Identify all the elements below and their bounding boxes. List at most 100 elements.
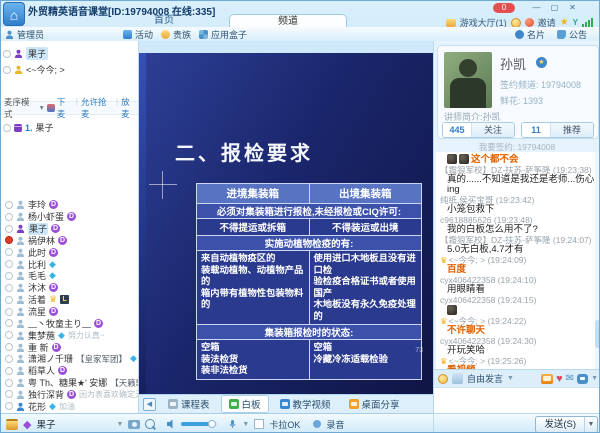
table-header-inbound: 进境集装箱 xyxy=(197,184,310,204)
mic-user-row[interactable]: 果子 xyxy=(3,47,48,60)
board-tab[interactable]: 白板 xyxy=(221,395,269,413)
camera-icon[interactable] xyxy=(128,420,140,429)
member-row[interactable]: 独行深背D因为表喜欢确定无所有 xyxy=(1,389,139,401)
board-tab[interactable]: 课程表 xyxy=(161,395,217,413)
teacher-avatar[interactable] xyxy=(444,52,492,108)
member-name: 重 新 xyxy=(28,341,49,353)
whiteboard[interactable]: 二、报检要求 进境集装箱 出境集装箱 必须对集装箱进行报检,未经报检或CIQ许可… xyxy=(139,53,433,394)
member-row[interactable]: 祸伊林D xyxy=(1,235,139,247)
home-button[interactable]: ⌂ xyxy=(3,2,25,26)
tab-home[interactable]: 首页 xyxy=(101,14,227,27)
member-row[interactable]: 沐沐D xyxy=(1,282,139,294)
microphone-icon[interactable] xyxy=(228,419,237,429)
radio-icon xyxy=(5,296,13,304)
chat-sender[interactable]: cyx406422358 xyxy=(440,296,498,305)
zoom-icon[interactable] xyxy=(145,419,155,429)
mic-action-link[interactable]: 下麦 xyxy=(57,96,73,120)
counter-badge[interactable]: 0 xyxy=(493,3,515,13)
diamond-badge-icon: ◆ xyxy=(49,402,56,411)
mic-action-link[interactable]: 放麦 xyxy=(121,96,137,120)
follow-button[interactable]: 445 关注 xyxy=(442,122,515,138)
message-input[interactable] xyxy=(434,387,600,414)
app-box-button[interactable]: 应用盒子 xyxy=(199,28,247,41)
record-icon[interactable] xyxy=(313,420,321,428)
member-row[interactable]: 此时D xyxy=(1,246,139,258)
speak-mode-label[interactable]: 自由发言 xyxy=(467,372,503,385)
member-row[interactable]: ﹏丶牧童主り﹏D xyxy=(1,317,139,329)
send-options-caret[interactable]: ▼ xyxy=(584,417,597,432)
user-icon xyxy=(16,295,25,304)
flower-heart-icon[interactable]: ♥ xyxy=(556,373,563,385)
follow-label: 关注 xyxy=(471,123,514,137)
tab-channel[interactable]: 频道 xyxy=(229,14,347,27)
member-row[interactable]: 李玲D xyxy=(1,199,139,211)
table-cell: 不得提运或拆箱 xyxy=(197,219,310,236)
chevron-down-icon[interactable]: ▼ xyxy=(591,375,598,382)
minimize-button[interactable]: — xyxy=(529,2,544,13)
maximize-button[interactable]: ▢ xyxy=(547,2,562,13)
chat-scrollbar[interactable] xyxy=(595,152,600,369)
notice-button[interactable]: 公告 xyxy=(557,28,587,41)
video-share-icon[interactable] xyxy=(541,374,553,384)
level-badge-icon: D xyxy=(94,319,103,328)
member-row[interactable]: 潇湘ノ千珊【皇家军团】◆ xyxy=(1,353,139,365)
admin-button[interactable]: 管理员 xyxy=(5,28,44,41)
board-tab[interactable]: 桌面分享 xyxy=(342,395,407,413)
level-badge-icon: D xyxy=(49,307,58,316)
mic-action-link[interactable]: 允许抢麦 xyxy=(81,96,113,120)
chat-bubble-icon[interactable] xyxy=(577,374,588,384)
member-row[interactable]: 活着♛L xyxy=(1,294,139,306)
chat-timestamp: (19:24:09) xyxy=(488,256,527,265)
sidebar: 果子<~今今; > 麦序模式 ▼ 下麦|允许抢麦|放麦 1. 果子 李玲D杨小虾… xyxy=(1,41,139,413)
level-badge-icon: D xyxy=(58,236,67,245)
karaoke-checkbox[interactable] xyxy=(254,419,264,429)
member-row[interactable]: 流星D xyxy=(1,306,139,318)
member-row[interactable]: 粤 Th、糖果★' 安娜【天籁歌手】 xyxy=(1,377,139,389)
mic-queue-item[interactable]: 1. 果子 xyxy=(3,121,54,134)
recommend-button[interactable]: 11 推荐 xyxy=(521,122,594,138)
record-label[interactable]: 录音 xyxy=(326,418,344,431)
mic-user-row[interactable]: <~今今; > xyxy=(3,63,65,76)
chat-text: 这个都不会 xyxy=(440,154,598,165)
member-row[interactable]: 果子D xyxy=(1,223,139,235)
chat-settings-icon[interactable] xyxy=(452,373,463,384)
member-row[interactable]: 花形◆加油 xyxy=(1,400,139,412)
table-cell: 不得装运或出境 xyxy=(309,219,422,236)
notice-label: 公告 xyxy=(569,28,587,41)
table-row-must: 必须对集装箱进行报检,未经报检或CIQ许可: xyxy=(197,204,422,219)
member-row[interactable]: 集梦葹◆努力认真~ xyxy=(1,329,139,341)
member-row[interactable]: 稻草人D xyxy=(1,365,139,377)
member-row[interactable]: 比利◆ xyxy=(1,258,139,270)
chevron-down-icon[interactable]: ▼ xyxy=(38,105,45,112)
chevron-down-icon[interactable]: ▼ xyxy=(116,421,123,428)
send-button[interactable]: 发送(S) ▼ xyxy=(535,416,598,433)
user-icon xyxy=(14,65,23,74)
member-group-tag: 【天籁歌手】 xyxy=(110,377,139,389)
card-button[interactable]: 名片 xyxy=(515,28,545,41)
member-row[interactable]: 毛毛◆ xyxy=(1,270,139,282)
volume-slider[interactable] xyxy=(181,422,217,426)
emoticon-picker-icon[interactable] xyxy=(438,374,448,384)
member-row[interactable]: 重 新D xyxy=(1,341,139,353)
chevron-down-icon[interactable]: ▼ xyxy=(242,421,249,428)
activity-icon xyxy=(123,30,132,39)
member-row[interactable]: 杨小虾蛋D xyxy=(1,211,139,223)
member-note: 加油 xyxy=(59,401,75,412)
chat-log[interactable]: 这个都不会【霜狼军校】DZ-扶苏-萨筝隆 (19:23:38)真的......不… xyxy=(436,152,598,371)
close-button[interactable]: ✕ xyxy=(565,2,580,13)
scrollbar-thumb[interactable] xyxy=(595,320,600,348)
mood-icon[interactable] xyxy=(511,18,521,28)
chat-text: 用眼睛看 xyxy=(440,285,598,295)
user-icon xyxy=(16,378,25,387)
collapse-panel-icon[interactable]: ◀ xyxy=(143,398,156,411)
noble-button[interactable]: 贵族 xyxy=(161,28,191,41)
chevron-down-icon[interactable]: ▼ xyxy=(507,375,514,382)
mailbox-icon[interactable]: ✉ xyxy=(566,373,574,384)
activity-button[interactable]: 活动 xyxy=(123,28,153,41)
speaker-icon[interactable] xyxy=(166,419,176,429)
mic-mode-label[interactable]: 麦序模式 xyxy=(4,96,36,120)
current-user[interactable]: 果子 xyxy=(36,417,55,431)
treasure-chest-icon[interactable] xyxy=(6,419,18,430)
board-tab[interactable]: 教学视频 xyxy=(273,395,338,413)
diamond-badge-icon: ◆ xyxy=(49,260,56,269)
